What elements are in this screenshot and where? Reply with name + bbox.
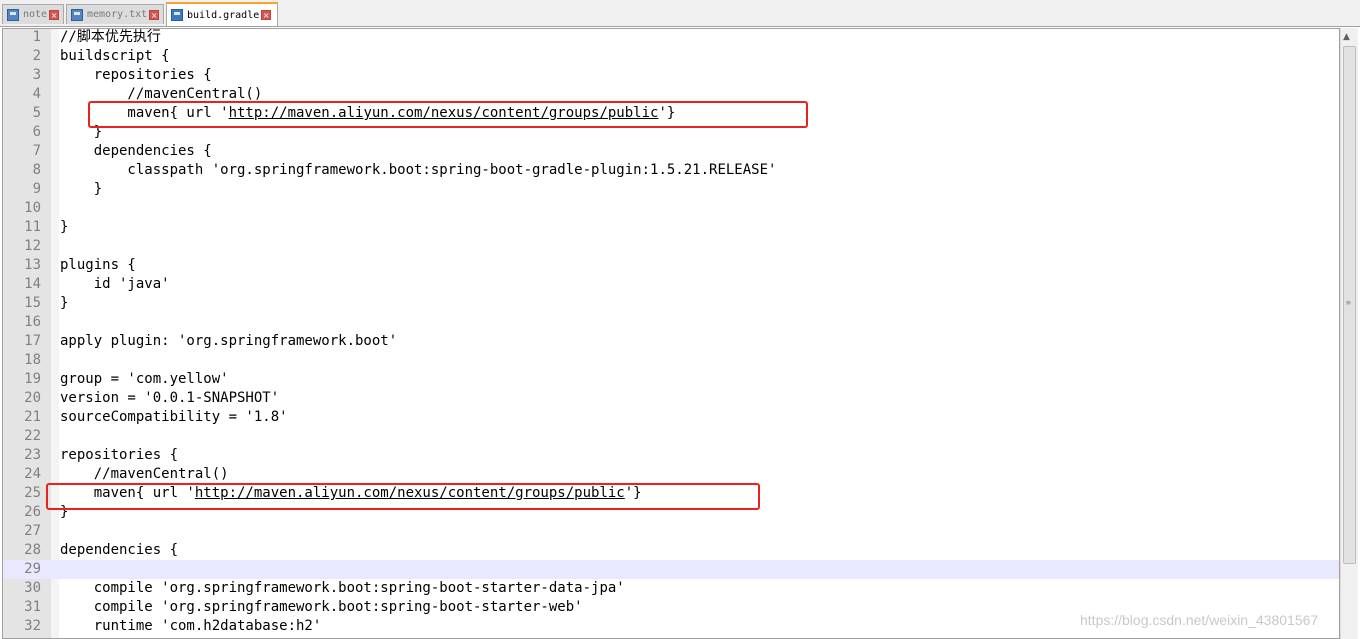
line-number: 4: [32, 86, 41, 102]
line-number: 21: [24, 409, 41, 425]
code-line[interactable]: 10: [3, 199, 1339, 218]
code-line[interactable]: 9 }: [3, 180, 1339, 199]
line-number: 3: [32, 67, 41, 83]
vertical-scrollbar[interactable]: ▲ ≡: [1340, 28, 1358, 639]
code-line[interactable]: 17 apply plugin: 'org.springframework.boo…: [3, 332, 1339, 351]
tab-label: memory.txt: [87, 9, 148, 20]
code-line[interactable]: 16: [3, 313, 1339, 332]
code-text: repositories {: [60, 67, 212, 83]
line-number: 13: [24, 257, 41, 273]
line-number: 26: [24, 504, 41, 520]
code-line[interactable]: 21 sourceCompatibility = '1.8': [3, 408, 1339, 427]
code-text: compile 'org.springframework.boot:spring…: [60, 580, 625, 596]
line-number: 2: [32, 48, 41, 64]
close-icon[interactable]: ×: [49, 9, 60, 20]
code-text: sourceCompatibility = '1.8': [60, 409, 288, 425]
code-text: dependencies {: [60, 542, 179, 558]
highlight-box-repo-url: [88, 101, 808, 128]
tab-memory-txt[interactable]: memory.txt ×: [66, 4, 164, 24]
file-icon: [7, 8, 19, 21]
code-text: repositories {: [60, 447, 179, 463]
file-icon: [171, 9, 183, 21]
tab-label: build.gradle: [187, 9, 260, 21]
code-text: }: [60, 295, 69, 311]
code-line[interactable]: 12: [3, 237, 1339, 256]
file-icon: [71, 8, 83, 21]
line-number: 15: [24, 295, 41, 311]
code-line[interactable]: 2 buildscript {: [3, 47, 1339, 66]
code-text: compile 'org.springframework.boot:spring…: [60, 599, 583, 615]
code-text: }: [60, 219, 69, 235]
line-number: 20: [24, 390, 41, 406]
code-line[interactable]: 7 dependencies {: [3, 142, 1339, 161]
grip-icon: ≡: [1346, 298, 1351, 307]
close-icon[interactable]: ×: [149, 9, 160, 20]
code-line[interactable]: 13 plugins {: [3, 256, 1339, 275]
highlight-box-repo-url: [46, 483, 760, 510]
watermark: https://blog.csdn.net/weixin_43801567: [1080, 612, 1319, 628]
line-number: 23: [24, 447, 41, 463]
code-text: runtime 'com.h2database:h2': [60, 618, 322, 634]
arrow-up-icon[interactable]: ▲: [1343, 32, 1350, 42]
code-text: buildscript {: [60, 48, 170, 64]
line-number: 17: [24, 333, 41, 349]
code-text: classpath 'org.springframework.boot:spri…: [60, 162, 777, 178]
line-number: 7: [32, 143, 41, 159]
code-line[interactable]: 29: [3, 560, 1339, 579]
line-number: 11: [24, 219, 41, 235]
code-text: }: [60, 181, 103, 197]
code-text: dependencies {: [60, 143, 212, 159]
code-line[interactable]: 1 //脚本优先执行: [3, 29, 1339, 47]
code-line[interactable]: 15}: [3, 294, 1339, 313]
code-editor[interactable]: 1//脚本优先执行 2 buildscript {3 repositories {4…: [2, 28, 1340, 639]
line-number: 25: [24, 485, 41, 501]
line-number: 6: [32, 124, 41, 140]
line-number: 16: [24, 314, 41, 330]
code-text: version = '0.0.1-SNAPSHOT': [60, 390, 280, 406]
code-line[interactable]: 23 repositories {: [3, 446, 1339, 465]
code-text: group = 'com.yellow': [60, 371, 229, 387]
line-number: 29: [24, 561, 41, 577]
line-number: 22: [24, 428, 41, 444]
code-text: //脚本优先执行: [60, 29, 161, 45]
line-number: 18: [24, 352, 41, 368]
tab-note[interactable]: note ×: [2, 4, 64, 24]
line-number: 10: [24, 200, 41, 216]
line-number: 5: [32, 105, 41, 121]
code-text: plugins {: [60, 257, 136, 273]
code-line[interactable]: 3 repositories {: [3, 66, 1339, 85]
code-line[interactable]: 24 //mavenCentral(): [3, 465, 1339, 484]
line-number: 12: [24, 238, 41, 254]
code-line[interactable]: 8 classpath 'org.springframework.boot:sp…: [3, 161, 1339, 180]
code-text: apply plugin: 'org.springframework.boot': [60, 333, 398, 349]
line-number: 30: [24, 580, 41, 596]
tab-bar: note × memory.txt × build.gradle ×: [0, 0, 1360, 27]
tab-build-gradle[interactable]: build.gradle ×: [166, 2, 278, 26]
code-line[interactable]: 30 compile 'org.springframework.boot:spr…: [3, 579, 1339, 598]
line-number: 28: [24, 542, 41, 558]
code-line[interactable]: 22: [3, 427, 1339, 446]
line-number: 32: [24, 618, 41, 634]
code-line[interactable]: 18: [3, 351, 1339, 370]
close-icon[interactable]: ×: [261, 10, 272, 20]
code-text: //mavenCentral(): [60, 466, 229, 482]
code-line[interactable]: 14 id 'java': [3, 275, 1339, 294]
line-number: 9: [32, 181, 41, 197]
code-line[interactable]: 28 dependencies {: [3, 541, 1339, 560]
tab-label: note: [23, 9, 48, 20]
code-text: id 'java': [60, 276, 170, 292]
code-line[interactable]: 19 group = 'com.yellow': [3, 370, 1339, 389]
code-line[interactable]: 11}: [3, 218, 1339, 237]
code-line[interactable]: 27: [3, 522, 1339, 541]
scrollbar-thumb[interactable]: ≡: [1343, 46, 1356, 564]
line-number: 8: [32, 162, 41, 178]
line-number: 19: [24, 371, 41, 387]
line-number: 1: [32, 29, 41, 45]
code-line[interactable]: 20 version = '0.0.1-SNAPSHOT': [3, 389, 1339, 408]
line-number: 24: [24, 466, 41, 482]
line-number: 14: [24, 276, 41, 292]
line-number: 27: [24, 523, 41, 539]
line-number: 31: [24, 599, 41, 615]
